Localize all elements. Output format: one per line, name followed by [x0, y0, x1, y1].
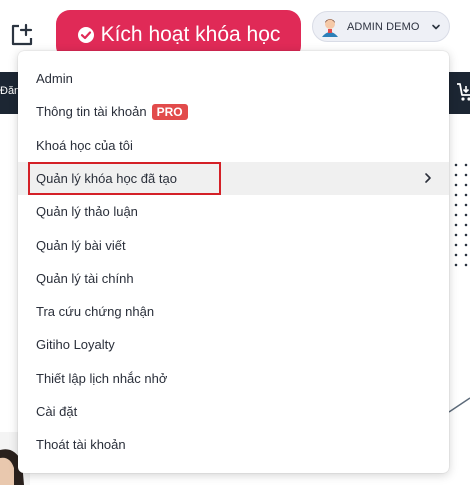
add-course-icon[interactable] [9, 22, 35, 48]
menu-item-label: Thiết lập lịch nhắc nhở [36, 371, 168, 386]
user-menu-button[interactable]: ADMIN DEMO [312, 11, 450, 42]
menu-item-logout[interactable]: Thoát tài khoản [18, 428, 449, 461]
menu-item-settings[interactable]: Cài đặt [18, 395, 449, 428]
menu-item-label: Admin [36, 71, 73, 86]
menu-item-label: Quản lý bài viết [36, 238, 126, 253]
avatar [322, 18, 338, 37]
menu-item-label: Quản lý tài chính [36, 271, 134, 286]
menu-item-loyalty[interactable]: Gitiho Loyalty [18, 328, 449, 361]
nav-item-partial[interactable]: Đăng [0, 85, 20, 97]
pro-badge: PRO [151, 103, 188, 120]
menu-item-my-courses[interactable]: Khoá học của tôi [18, 129, 449, 162]
menu-item-label: Tra cứu chứng nhận [36, 304, 155, 319]
menu-item-manage-posts[interactable]: Quản lý bài viết [18, 229, 449, 262]
user-name: ADMIN DEMO [347, 20, 420, 33]
menu-item-label: Cài đặt [36, 404, 78, 419]
menu-item-label: Quản lý thảo luận [36, 204, 138, 219]
chevron-down-icon [432, 24, 440, 29]
menu-item-reminder-settings[interactable]: Thiết lập lịch nhắc nhở [18, 362, 449, 395]
menu-item-label: Thông tin tài khoản [36, 104, 147, 119]
menu-item-label: Gitiho Loyalty [36, 337, 115, 352]
chevron-right-icon [425, 173, 431, 183]
menu-item-manage-discussions[interactable]: Quản lý thảo luận [18, 195, 449, 228]
menu-item-label: Thoát tài khoản [36, 437, 126, 452]
menu-item-certificate-lookup[interactable]: Tra cứu chứng nhận [18, 295, 449, 328]
activate-course-label: Kích hoạt khóa học [100, 23, 281, 46]
menu-item-label: Khoá học của tôi [36, 138, 133, 153]
menu-item-manage-finance[interactable]: Quản lý tài chính [18, 262, 449, 295]
check-circle-icon [77, 27, 94, 43]
user-dropdown-menu: Admin Thông tin tài khoản PRO Khoá học c… [18, 51, 449, 473]
menu-item-account-info[interactable]: Thông tin tài khoản PRO [18, 95, 449, 128]
menu-item-manage-created-courses[interactable]: Quản lý khóa học đã tạo [18, 162, 449, 195]
menu-item-label: Quản lý khóa học đã tạo [36, 171, 177, 186]
dot-pattern [451, 160, 470, 270]
menu-item-admin[interactable]: Admin [18, 62, 449, 95]
cart-icon[interactable] [455, 80, 470, 102]
page: Kích hoạt khóa học ADMIN DEMO Đăng [0, 0, 470, 485]
